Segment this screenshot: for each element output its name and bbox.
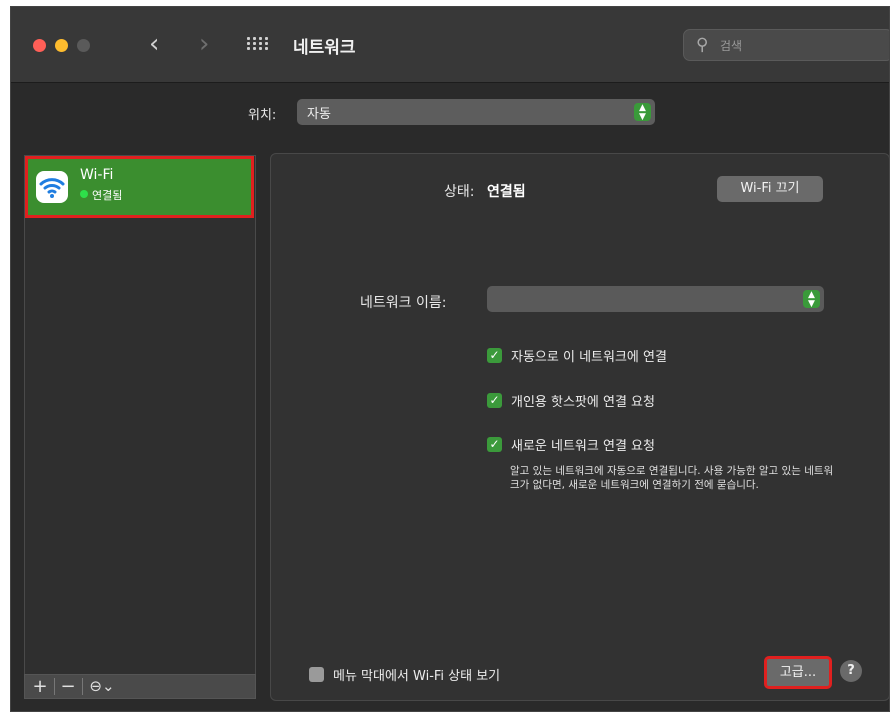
- forward-button[interactable]: ›: [199, 31, 209, 57]
- status-label: 상태:: [444, 184, 475, 200]
- service-item-wifi[interactable]: Wi-Fi 연결됨: [25, 156, 254, 218]
- service-list: Wi-Fi 연결됨: [24, 155, 256, 675]
- service-status: 연결됨: [92, 189, 123, 202]
- action-menu-button[interactable]: ⊖⌄: [85, 675, 119, 698]
- menubar-wifi-status-label: 메뉴 막대에서 Wi-Fi 상태 보기: [333, 669, 501, 684]
- connected-status-dot: [80, 190, 88, 198]
- window-title: 네트워크: [293, 38, 356, 58]
- service-list-toolbar: + − ⊖⌄: [24, 674, 256, 699]
- location-label: 위치:: [248, 108, 277, 123]
- ask-new-network-checkbox[interactable]: ✓: [487, 437, 502, 452]
- divider: [54, 678, 55, 695]
- advanced-button[interactable]: 고급...: [764, 656, 832, 689]
- wifi-icon: [36, 171, 68, 203]
- status-value: 연결됨: [487, 184, 526, 200]
- location-value: 자동: [307, 107, 331, 122]
- back-button[interactable]: ‹: [149, 31, 159, 57]
- magnifier-icon: ⚲: [696, 35, 709, 55]
- search-field[interactable]: ⚲: [683, 29, 889, 61]
- network-name-label: 네트워크 이름:: [360, 295, 447, 311]
- location-popup[interactable]: 자동 ▲ ▼: [297, 99, 655, 125]
- popup-arrows-icon: ▲ ▼: [803, 290, 820, 309]
- search-input[interactable]: [718, 34, 882, 58]
- detail-panel: [270, 153, 890, 701]
- ask-new-network-label: 새로운 네트워크 연결 요청: [511, 439, 655, 454]
- show-all-grid-icon[interactable]: [247, 37, 268, 51]
- help-button[interactable]: ?: [840, 660, 862, 682]
- divider: [82, 678, 83, 695]
- close-window-button[interactable]: [33, 39, 46, 52]
- add-service-button[interactable]: +: [29, 675, 51, 698]
- auto-join-checkbox[interactable]: ✓: [487, 348, 502, 363]
- zoom-window-button[interactable]: [77, 39, 90, 52]
- ask-new-network-hint: 알고 있는 네트워크에 자동으로 연결됩니다. 사용 가능한 알고 있는 네트워…: [510, 465, 834, 491]
- remove-service-button[interactable]: −: [57, 675, 79, 698]
- service-name: Wi-Fi: [80, 167, 114, 183]
- ask-hotspot-checkbox[interactable]: ✓: [487, 393, 502, 408]
- wifi-off-button[interactable]: Wi-Fi 끄기: [717, 176, 823, 202]
- title-bar: ‹ › 네트워크 ⚲: [11, 7, 889, 83]
- network-name-popup[interactable]: ▲ ▼: [487, 286, 824, 312]
- ask-hotspot-label: 개인용 핫스팟에 연결 요청: [511, 395, 655, 410]
- menubar-wifi-status-checkbox[interactable]: [309, 667, 324, 682]
- minimize-window-button[interactable]: [55, 39, 68, 52]
- auto-join-label: 자동으로 이 네트워크에 연결: [511, 350, 667, 365]
- popup-arrows-icon: ▲ ▼: [634, 103, 651, 122]
